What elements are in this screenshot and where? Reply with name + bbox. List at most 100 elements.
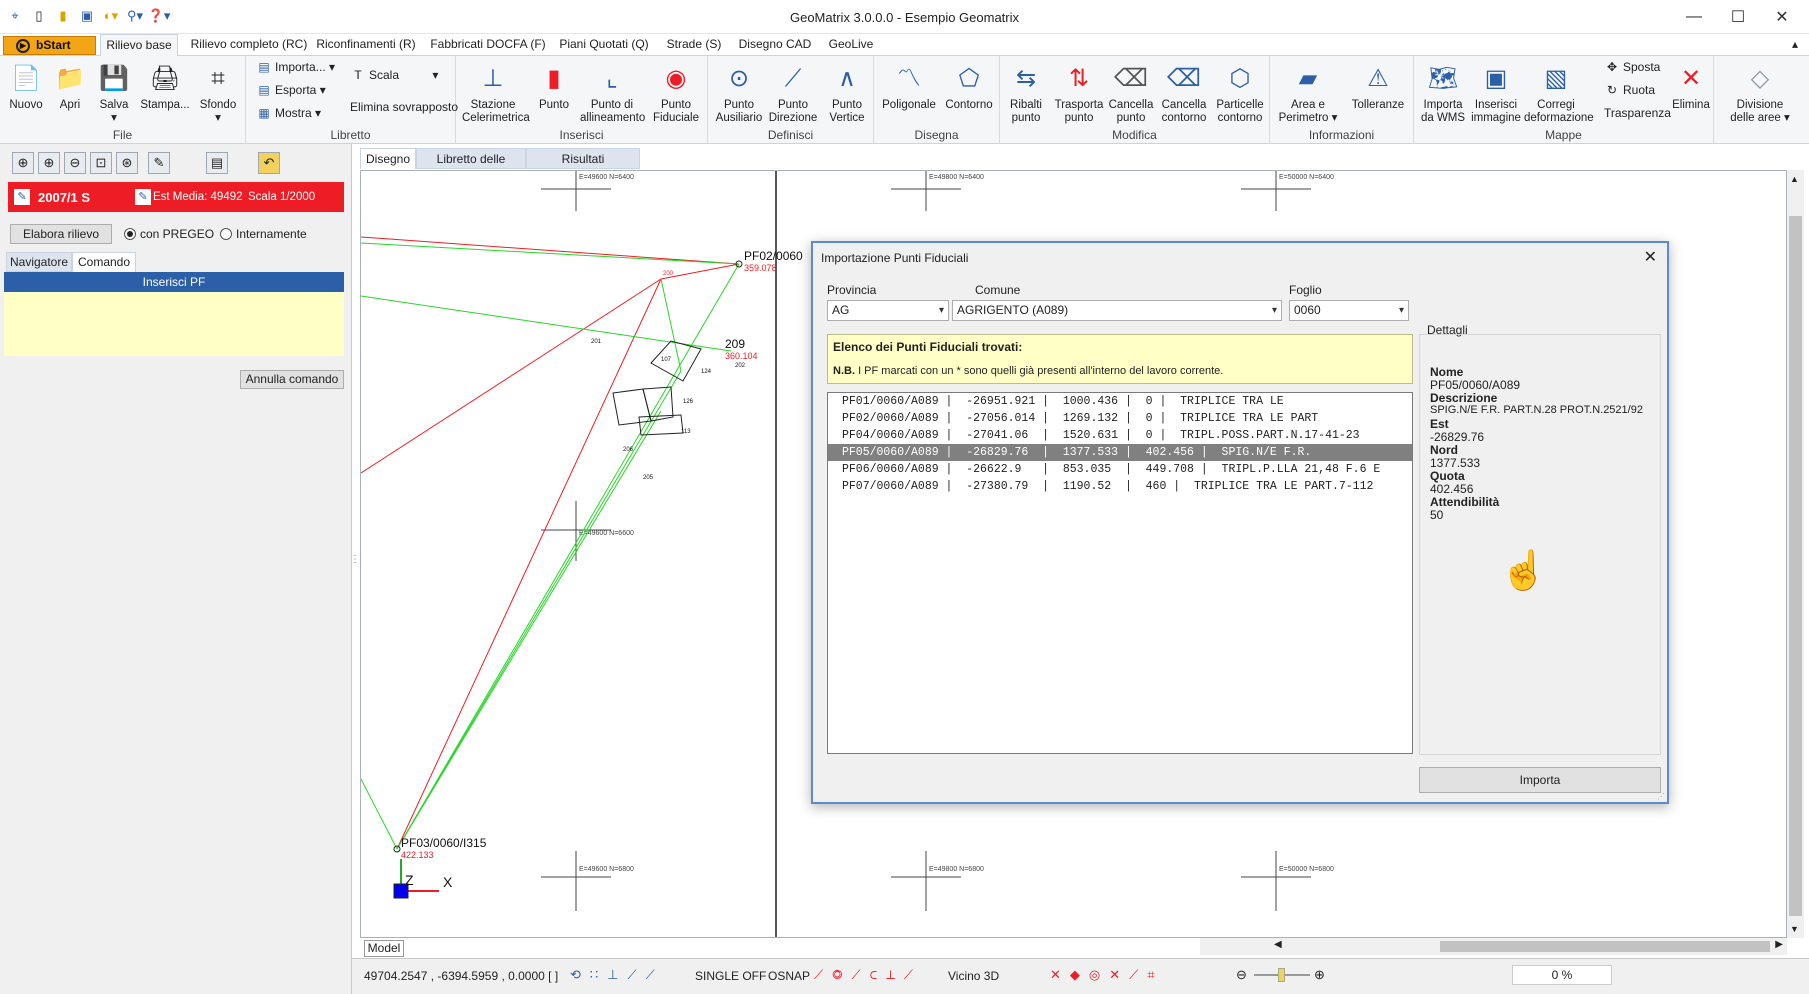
contorno-button[interactable]: ⬠ Contorno: [942, 60, 996, 112]
tolleranze-button[interactable]: ⚠ Tolleranze: [1346, 60, 1410, 112]
zoom-out-icon[interactable]: ⊖: [64, 152, 86, 174]
list-item[interactable]: PF01/0060/A089 | -26951.921 | 1000.436 |…: [828, 393, 1412, 410]
resize-grip-icon[interactable]: ⋰: [1657, 792, 1665, 801]
sfondo-button[interactable]: ⌗ Sfondo ▾: [196, 60, 240, 125]
scroll-up-icon[interactable]: ▲: [1790, 174, 1799, 184]
divisione-aree-button[interactable]: ◇ Divisione delle aree ▾: [1726, 60, 1794, 125]
tab-geolive[interactable]: GeoLive: [824, 34, 878, 56]
list-item-selected[interactable]: PF05/0060/A089 | -26829.76 | 1377.533 | …: [828, 444, 1412, 461]
inserisci-immagine-button[interactable]: ▣ Inserisci immagine: [1470, 60, 1522, 125]
pencil-icon[interactable]: ✎: [148, 152, 170, 174]
tab-riconfinamenti[interactable]: Riconfinamenti (R): [316, 34, 416, 56]
nuovo-button[interactable]: 📄 Nuovo: [6, 60, 46, 112]
list-item[interactable]: PF07/0060/A089 | -27380.79 | 1190.52 | 4…: [828, 478, 1412, 495]
list-item[interactable]: PF06/0060/A089 | -26622.9 | 853.035 | 44…: [828, 461, 1412, 478]
tab-strade[interactable]: Strade (S): [664, 34, 724, 56]
tab-fabbricati[interactable]: Fabbricati DOCFA (F): [426, 34, 550, 56]
tab-piani-quotati[interactable]: Piani Quotati (Q): [556, 34, 652, 56]
comune-select[interactable]: AGRIGENTO (A089) ▾: [952, 300, 1282, 321]
move-point-icon: ⇅: [1068, 64, 1090, 92]
punto-allineamento-button[interactable]: ⌞ Punto di allineamento: [580, 60, 645, 125]
tab-rilievo-completo[interactable]: Rilievo completo (RC): [186, 34, 312, 56]
layers-icon[interactable]: ▤: [206, 152, 228, 174]
coordinates-readout: 49704.2547 , -6394.5959 , 0.0000 [ ]: [364, 969, 559, 983]
snap-tools-icons[interactable]: ⟲∷⊥⟋⟋: [570, 967, 664, 983]
list-item[interactable]: PF04/0060/A089 | -27041.06 | 1520.631 | …: [828, 427, 1412, 444]
cancella-punto-button[interactable]: ⌫ Cancella punto: [1106, 60, 1156, 125]
minimize-button[interactable]: —: [1672, 4, 1716, 30]
punto-button[interactable]: ▮ Punto: [534, 60, 574, 112]
scala-button[interactable]: T Scala ▾: [350, 68, 438, 82]
quota-value: 402.456: [1430, 482, 1474, 496]
hscroll-thumb[interactable]: [1440, 941, 1770, 952]
ribbon-collapse-icon[interactable]: ▴: [1786, 34, 1804, 56]
zoom-minus-icon[interactable]: ⊖: [1236, 967, 1247, 983]
elimina-sovrapposto-button[interactable]: Elimina sovrapposto: [350, 100, 458, 114]
sposta-button[interactable]: ✥ Sposta: [1604, 60, 1660, 74]
tab-risultati[interactable]: Risultati Elaborazione: [526, 148, 640, 186]
osnap-mode-icons[interactable]: ⟋◎⟋⊂⊥⟋: [814, 967, 922, 983]
importa-wms-button[interactable]: 🗺 Importa da WMS: [1418, 60, 1468, 125]
extra-snap-icons[interactable]: ✕◆◎✕⟋⌗: [1050, 967, 1164, 983]
foglio-label: Foglio: [1289, 283, 1322, 297]
importa-button[interactable]: Importa: [1419, 767, 1661, 793]
scroll-down-icon[interactable]: ▼: [1790, 924, 1799, 934]
tab-disegno[interactable]: Disegno: [360, 148, 416, 169]
elabora-rilievo-button[interactable]: Elabora rilievo: [10, 224, 112, 244]
mostra-button[interactable]: ▦ Mostra ▾: [256, 106, 321, 120]
undo-arrow-icon[interactable]: ↶: [258, 152, 280, 174]
zoom-extents-icon[interactable]: ⊡: [90, 152, 112, 174]
zoom-plus-icon[interactable]: ⊕: [1314, 967, 1325, 983]
close-button[interactable]: ✕: [1760, 4, 1804, 30]
zoom-window-icon[interactable]: ⊕: [12, 152, 34, 174]
zoom-slider[interactable]: ⊖ ⊕: [1236, 967, 1328, 983]
scroll-right-icon[interactable]: ▶: [1775, 939, 1783, 950]
particelle-contorno-button[interactable]: ⬡ Particelle contorno: [1212, 60, 1268, 125]
vertical-scrollbar[interactable]: ▲ ▼: [1787, 170, 1804, 938]
tab-disegno-cad[interactable]: Disegno CAD: [734, 34, 816, 56]
model-tab[interactable]: Model: [364, 940, 404, 957]
ruota-button[interactable]: ↻ Ruota: [1604, 83, 1655, 97]
list-item[interactable]: PF02/0060/A089 | -27056.014 | 1269.132 |…: [828, 410, 1412, 427]
tab-comando[interactable]: Comando: [72, 252, 136, 272]
maximize-button[interactable]: ☐: [1716, 4, 1760, 30]
cancella-contorno-button[interactable]: ⌫ Cancella contorno: [1158, 60, 1210, 125]
radio-internamente[interactable]: Internamente: [220, 227, 307, 241]
punto-ausiliario-button[interactable]: ⊙ Punto Ausiliario: [714, 60, 764, 125]
trasporta-punto-button[interactable]: ⇅ Trasporta punto: [1054, 60, 1104, 125]
zoom-all-icon[interactable]: ⊛: [116, 152, 138, 174]
esporta-button[interactable]: ▤ Esporta ▾: [256, 83, 325, 97]
scroll-thumb[interactable]: [1789, 216, 1802, 916]
tab-libretto-misure[interactable]: Libretto delle misure: [416, 148, 526, 186]
osnap-toggle[interactable]: OSNAP: [768, 969, 810, 983]
apri-button[interactable]: 📁 Apri: [50, 60, 90, 112]
punto-direzione-button[interactable]: ⟋ Punto Direzione: [766, 60, 820, 125]
zoom-in-icon[interactable]: ⊕: [38, 152, 60, 174]
tab-bstart[interactable]: ▶ bStart: [3, 36, 96, 55]
salva-button[interactable]: 💾 Salva ▾: [94, 60, 134, 125]
tab-rilievo-base[interactable]: Rilievo base: [100, 34, 178, 56]
horizontal-scrollbar[interactable]: ◀ ▶: [1200, 938, 1787, 955]
annulla-comando-button[interactable]: Annulla comando: [240, 370, 344, 389]
importa-button[interactable]: ▤ Importa... ▾: [256, 60, 335, 74]
elimina-button[interactable]: ✕ Elimina: [1670, 60, 1712, 112]
vicino-3d-toggle[interactable]: Vicino 3D: [948, 969, 999, 983]
trasparenza-button[interactable]: Trasparenza: [1604, 106, 1671, 120]
foglio-select[interactable]: 0060 ▾: [1289, 300, 1409, 321]
corregi-deformazione-button[interactable]: ▧ Corregi deformazione: [1524, 60, 1594, 125]
pf-list[interactable]: PF01/0060/A089 | -26951.921 | 1000.436 |…: [827, 392, 1413, 754]
splitter-handle[interactable]: ⋮: [350, 554, 360, 574]
punto-fiduciale-button[interactable]: ◉ Punto Fiduciale: [648, 60, 704, 125]
single-off-toggle[interactable]: SINGLE OFF: [695, 969, 766, 983]
close-icon[interactable]: ✕: [1644, 247, 1657, 267]
radio-con-pregeo[interactable]: con PREGEO: [124, 227, 214, 241]
stampa-button[interactable]: 🖨 Stampa...: [138, 60, 192, 112]
stazione-celerimetrica-button[interactable]: ⊥ Stazione Celerimetrica: [462, 60, 530, 125]
punto-vertice-button[interactable]: ∧ Punto Vertice: [822, 60, 872, 125]
scroll-left-icon[interactable]: ◀: [1274, 939, 1282, 950]
provincia-select[interactable]: AG ▾: [827, 300, 949, 321]
tab-navigatore[interactable]: Navigatore: [6, 252, 72, 272]
poligonale-button[interactable]: 〽 Poligonale: [878, 60, 940, 112]
ribalti-punto-button[interactable]: ⇆ Ribalti punto: [1006, 60, 1046, 125]
area-perimetro-button[interactable]: ▰ Area e Perimetro ▾: [1274, 60, 1342, 125]
